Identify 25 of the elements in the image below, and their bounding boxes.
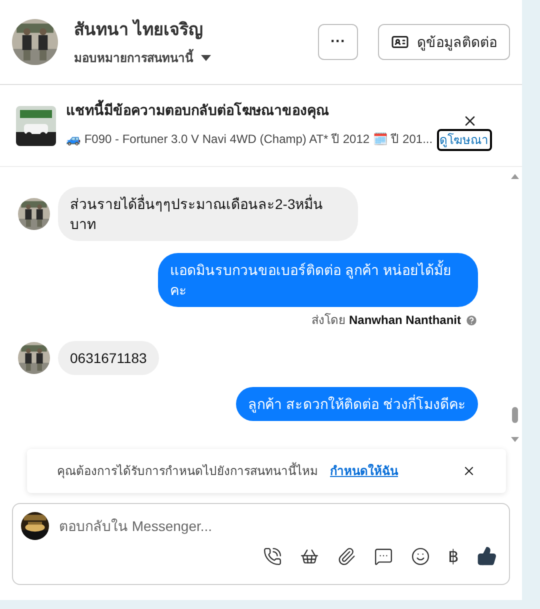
message-bubble: ลูกค้า สะดวกให้ติดต่อ ช่วงกี่โมงดีคะ [236,387,478,421]
chat-bubble-icon[interactable] [374,546,393,566]
emoji-icon[interactable] [411,546,430,566]
id-card-icon [391,33,409,51]
notice-text: คุณต้องการได้รับการกำหนดไปยังการสนทนานี้ไหม [57,462,318,480]
basket-icon[interactable] [300,546,319,566]
help-icon [465,314,478,326]
close-icon[interactable] [462,464,476,478]
view-ad-link[interactable]: ดูโฆษณา [436,129,492,151]
paperclip-icon[interactable] [337,546,356,566]
caret-icon [201,54,211,61]
payment-button[interactable]: ฿ [448,548,459,564]
contact-name: สันทนา ไทยเจริญ [74,18,204,42]
ad-detail: 🚙 F090 - Fortuner 3.0 V Navi 4WD (Champ) AT* ปี 2012 🗓 ปี 201... [66,131,433,148]
more-button[interactable]: ··· [318,24,358,60]
assign-to-me-link[interactable]: กำหนดให้ฉัน [330,462,398,480]
assign-dropdown[interactable]: มอบหมายการสนทนานี้ [74,48,211,67]
contact-info-button[interactable]: ดูข้อมูลติดต่อ [378,24,510,60]
reply-input[interactable]: ตอบกลับใน Messenger... [59,516,501,536]
message-bubble: แอดมินรบกวนขอเบอร์ติดต่อ ลูกค้า หน่อยได้มั้ยคะ [158,253,478,307]
message-bubble: 0631671183 [58,341,159,375]
ad-reply-title: แชทนี้มีข้อความตอบกลับต่อโฆษณาของคุณ [66,100,492,121]
sent-by-label: ส่งโดย Nanwhan Nanthanit [312,312,461,329]
message-bubble: ส่วนรายได้อื่นๆๆประมาณเดือนละ2-3หมื่นบาท [58,187,358,241]
thumbs-up-icon[interactable] [477,546,497,566]
